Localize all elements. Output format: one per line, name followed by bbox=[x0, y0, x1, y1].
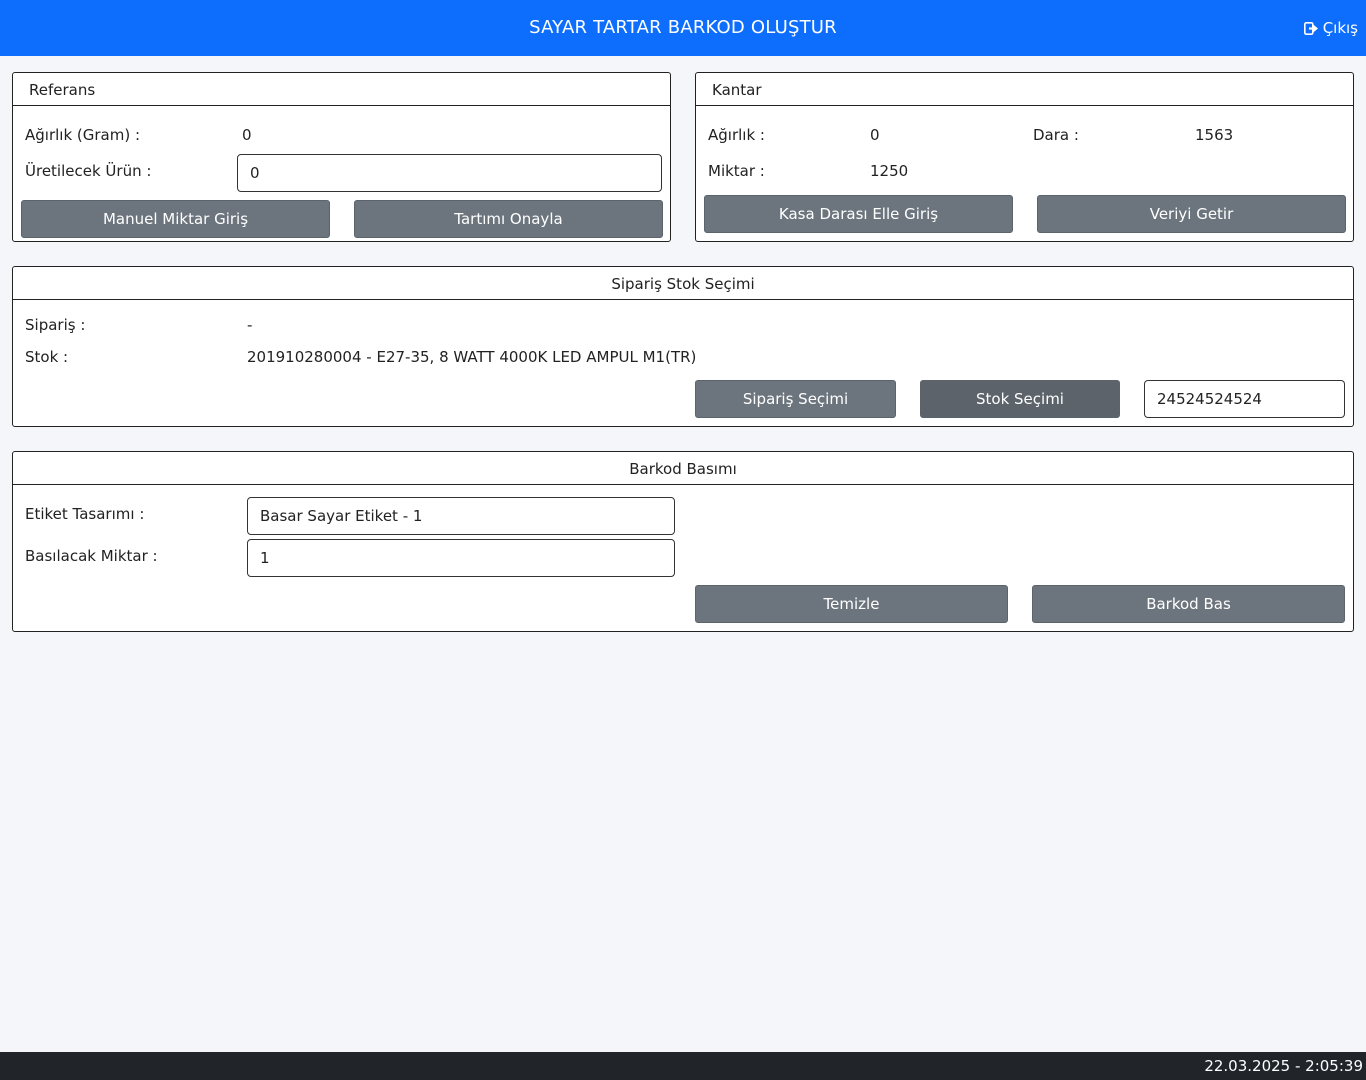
label-design-input[interactable]: Basar Sayar Etiket - 1 bbox=[247, 497, 675, 535]
stock-label: Stok : bbox=[25, 348, 69, 366]
kantar-title: Kantar bbox=[712, 81, 762, 99]
kantar-tare-value: 1563 bbox=[1195, 126, 1234, 144]
referans-weight-value: 0 bbox=[242, 126, 252, 144]
sign-out-icon bbox=[1303, 21, 1319, 35]
top-bar: SAYAR TARTAR BARKOD OLUŞTUR Çıkış bbox=[0, 0, 1366, 56]
order-stock-title: Sipariş Stok Seçimi bbox=[611, 275, 755, 293]
referans-card-header: Referans bbox=[13, 73, 670, 106]
label-design-label: Etiket Tasarımı : bbox=[25, 505, 145, 523]
product-quantity-input[interactable]: 0 bbox=[237, 154, 662, 192]
print-quantity-input[interactable]: 1 bbox=[247, 539, 675, 577]
logout-button[interactable]: Çıkış bbox=[1303, 19, 1358, 37]
referans-product-label: Üretilecek Ürün : bbox=[25, 162, 152, 180]
fetch-data-button[interactable]: Veriyi Getir bbox=[1037, 195, 1346, 233]
order-select-button[interactable]: Sipariş Seçimi bbox=[695, 380, 896, 418]
page-title: SAYAR TARTAR BARKOD OLUŞTUR bbox=[529, 17, 837, 38]
print-quantity-label: Basılacak Miktar : bbox=[25, 547, 158, 565]
clear-button[interactable]: Temizle bbox=[695, 585, 1008, 623]
kantar-quantity-label: Miktar : bbox=[708, 162, 765, 180]
stock-value: 201910280004 - E27-35, 8 WATT 4000K LED … bbox=[247, 348, 697, 366]
logout-label: Çıkış bbox=[1322, 19, 1358, 37]
datetime-display: 22.03.2025 - 2:05:39 bbox=[1204, 1057, 1363, 1075]
order-stock-card-header: Sipariş Stok Seçimi bbox=[13, 267, 1353, 300]
kantar-weight-value: 0 bbox=[870, 126, 880, 144]
kantar-tare-label: Dara : bbox=[1033, 126, 1079, 144]
referans-weight-label: Ağırlık (Gram) : bbox=[25, 126, 141, 144]
order-label: Sipariş : bbox=[25, 316, 86, 334]
barcode-code-input[interactable]: 24524524524 bbox=[1144, 380, 1345, 418]
order-value: - bbox=[247, 316, 253, 334]
order-stock-card: Sipariş Stok Seçimi Sipariş : - Stok : 2… bbox=[12, 266, 1354, 427]
referans-title: Referans bbox=[29, 81, 96, 99]
status-footer: 22.03.2025 - 2:05:39 bbox=[0, 1052, 1366, 1080]
referans-card: Referans Ağırlık (Gram) : 0 Üretilecek Ü… bbox=[12, 72, 671, 242]
barcode-print-card: Barkod Basımı Etiket Tasarımı : Basar Sa… bbox=[12, 451, 1354, 632]
kantar-card-header: Kantar bbox=[696, 73, 1353, 106]
manual-quantity-button[interactable]: Manuel Miktar Giriş bbox=[21, 200, 330, 238]
stock-select-button[interactable]: Stok Seçimi bbox=[920, 380, 1120, 418]
tare-manual-entry-button[interactable]: Kasa Darası Elle Giriş bbox=[704, 195, 1013, 233]
kantar-quantity-value: 1250 bbox=[870, 162, 909, 180]
print-barcode-button[interactable]: Barkod Bas bbox=[1032, 585, 1345, 623]
kantar-card: Kantar Ağırlık : 0 Dara : 1563 Miktar : … bbox=[695, 72, 1354, 242]
barcode-print-card-header: Barkod Basımı bbox=[13, 452, 1353, 485]
confirm-weighing-button[interactable]: Tartımı Onayla bbox=[354, 200, 663, 238]
kantar-weight-label: Ağırlık : bbox=[708, 126, 765, 144]
barcode-print-title: Barkod Basımı bbox=[629, 460, 737, 478]
